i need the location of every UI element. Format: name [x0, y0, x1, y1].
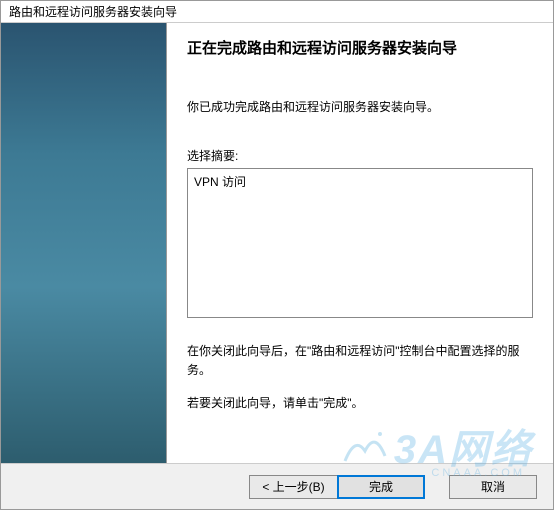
wizard-window: 路由和远程访问服务器安装向导 正在完成路由和远程访问服务器安装向导 你已成功完成… — [0, 0, 554, 510]
main-panel: 正在完成路由和远程访问服务器安装向导 你已成功完成路由和远程访问服务器安装向导。… — [167, 23, 553, 463]
content-area: 正在完成路由和远程访问服务器安装向导 你已成功完成路由和远程访问服务器安装向导。… — [1, 23, 553, 463]
instruction-text: 在你关闭此向导后，在"路由和远程访问"控制台中配置选择的服务。 — [187, 342, 533, 380]
title-bar: 路由和远程访问服务器安装向导 — [1, 1, 553, 23]
summary-label: 选择摘要: — [187, 147, 533, 164]
finish-button[interactable]: 完成 — [337, 475, 425, 499]
close-hint: 若要关闭此向导，请单击"完成"。 — [187, 394, 533, 411]
window-title: 路由和远程访问服务器安装向导 — [9, 3, 177, 20]
summary-textbox[interactable]: VPN 访问 — [187, 168, 533, 318]
wizard-sidebar-image — [1, 23, 167, 463]
page-heading: 正在完成路由和远程访问服务器安装向导 — [187, 37, 533, 58]
button-bar: < 上一步(B) 完成 取消 — [1, 463, 553, 509]
cancel-button[interactable]: 取消 — [449, 475, 537, 499]
completion-message: 你已成功完成路由和远程访问服务器安装向导。 — [187, 98, 533, 115]
back-button[interactable]: < 上一步(B) — [249, 475, 337, 499]
